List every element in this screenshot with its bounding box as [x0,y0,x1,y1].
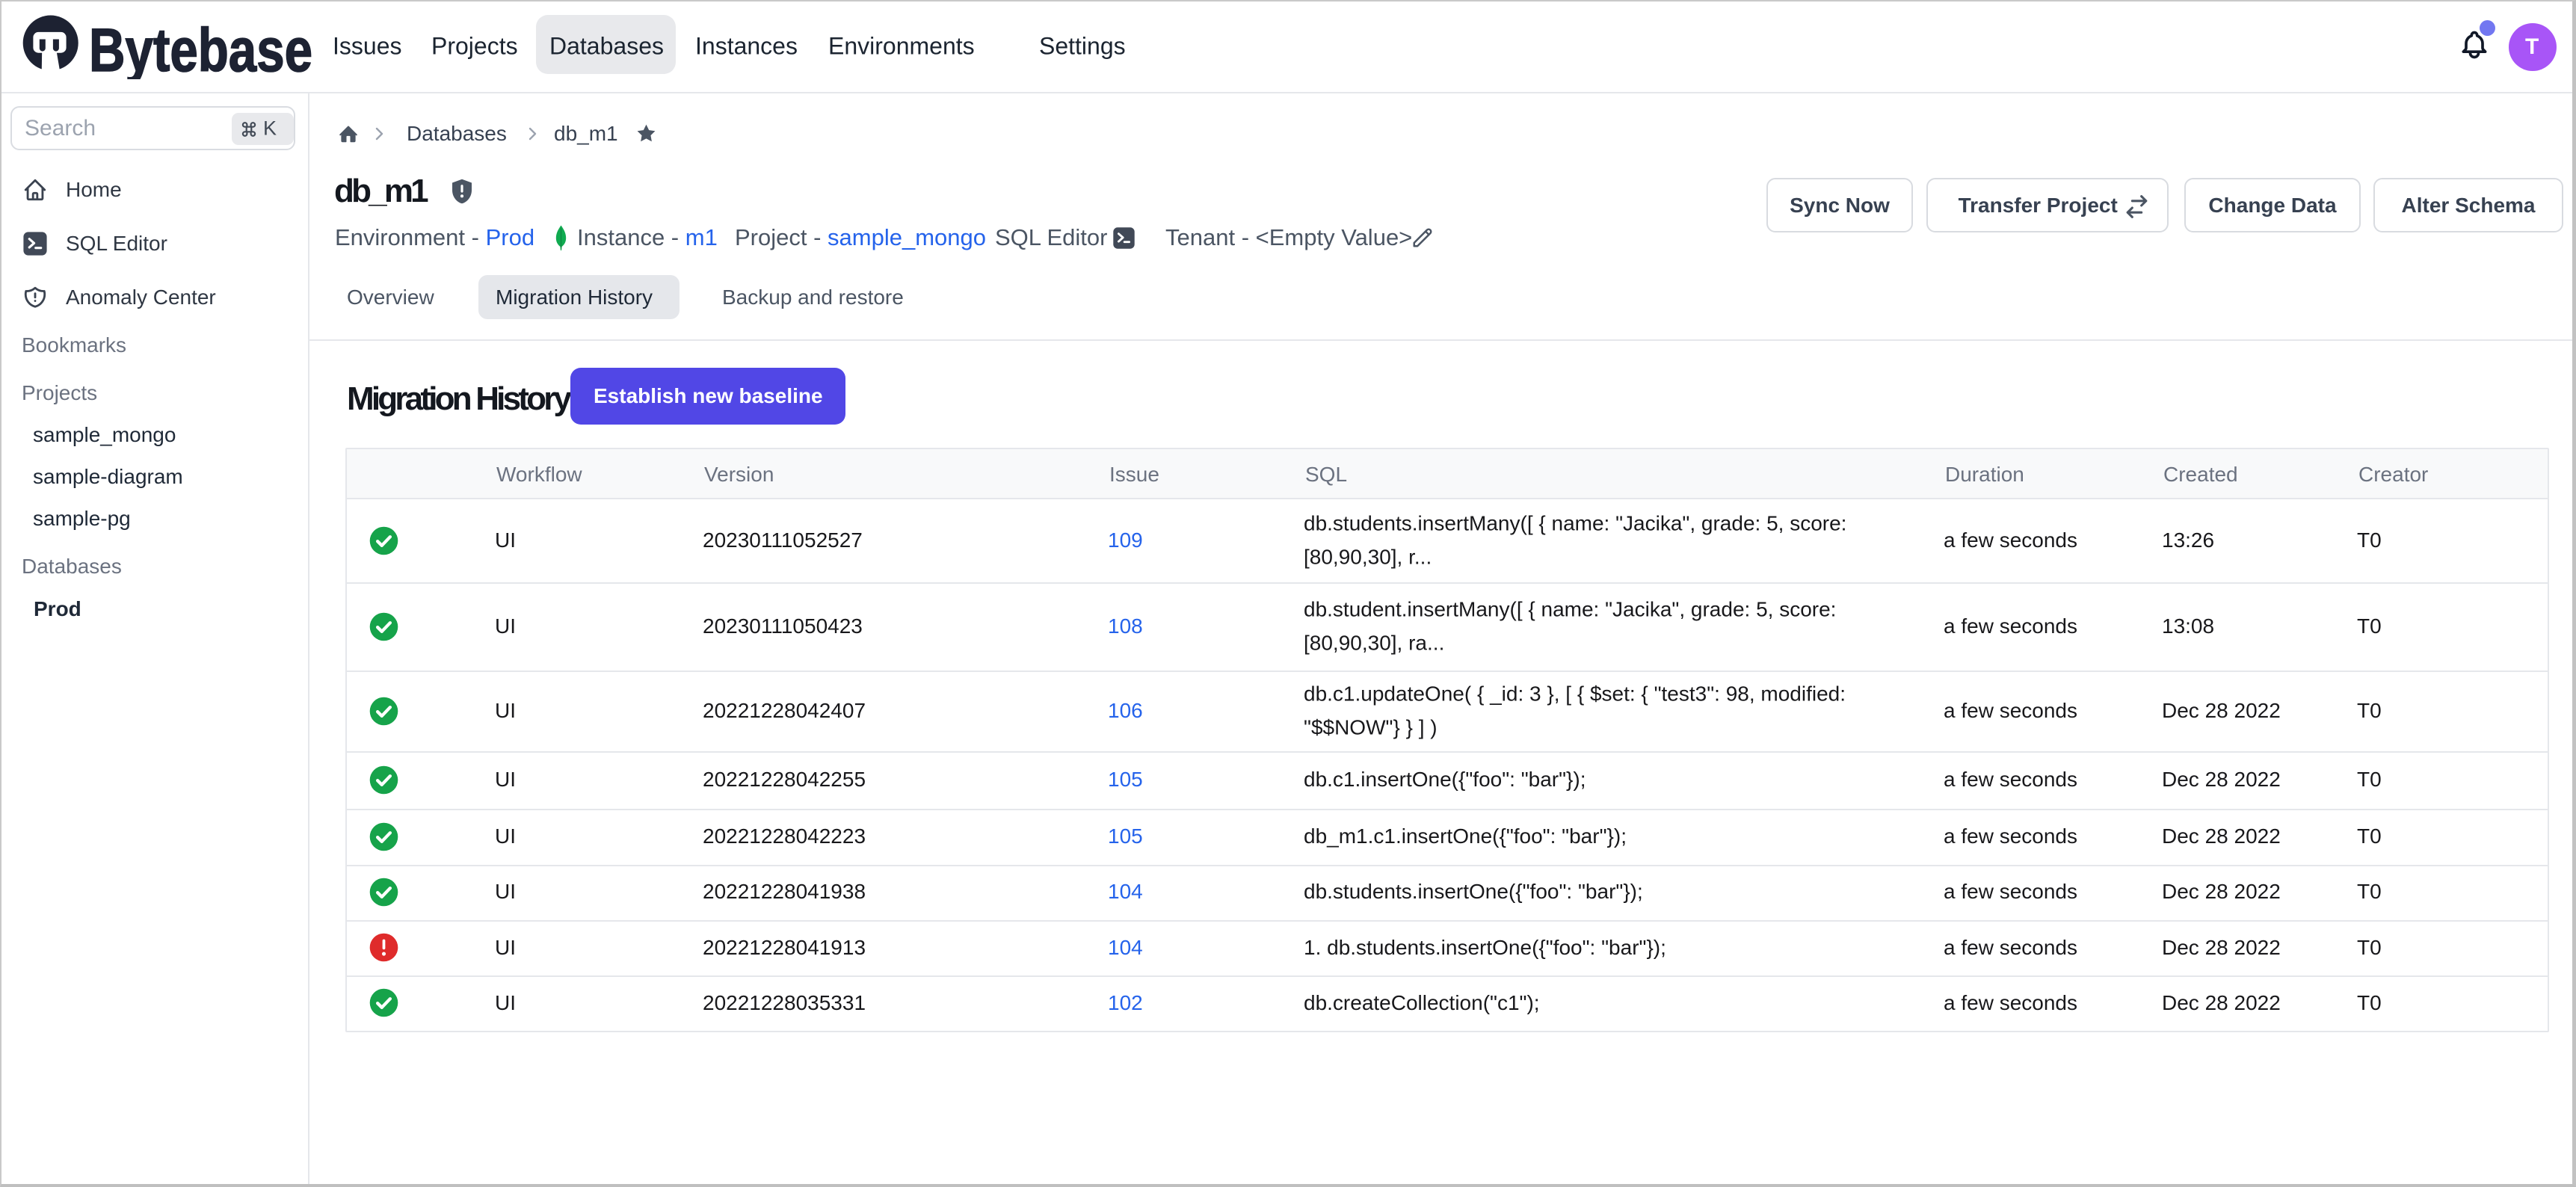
svg-text:Bytebase: Bytebase [89,16,312,79]
